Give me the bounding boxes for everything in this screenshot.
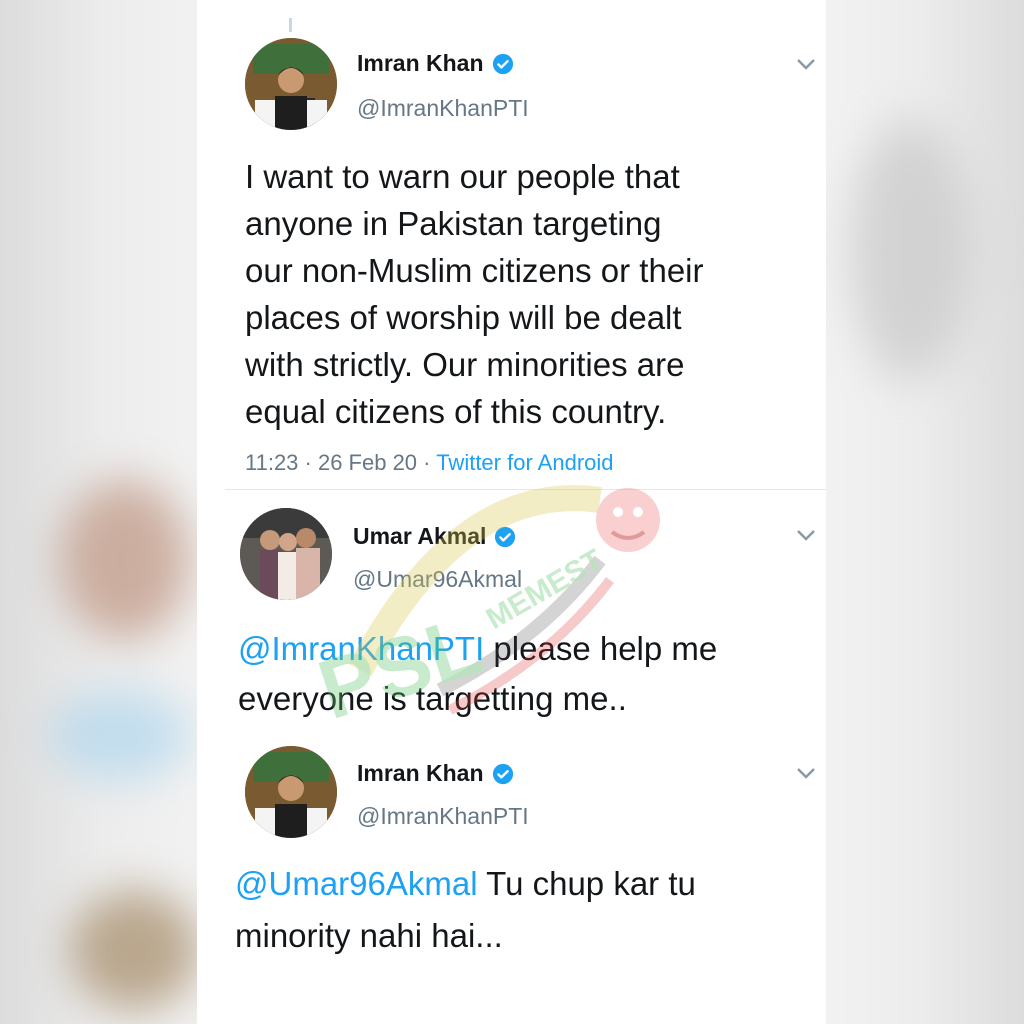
- author-name[interactable]: Umar Akmal: [353, 523, 486, 550]
- author-name[interactable]: Imran Khan: [357, 50, 484, 77]
- tweet-text: @Umar96Akmal Tu chup kar tu minority nah…: [235, 858, 696, 962]
- tweet-text: @ImranKhanPTI please help me everyone is…: [238, 624, 717, 724]
- tweet-reply[interactable]: Imran Khan @ImranKhanPTI @Umar96Akmal Tu…: [197, 730, 826, 1024]
- verified-badge-icon: [492, 763, 513, 784]
- verified-badge-icon: [495, 526, 516, 547]
- timestamp[interactable]: 11:23 · 26 Feb 20 ·: [245, 450, 436, 475]
- tweet-thread-card: Imran Khan @ImranKhanPTI I want to warn …: [197, 0, 826, 1024]
- author-name[interactable]: Imran Khan: [357, 760, 484, 787]
- background-blur-shape: [50, 690, 190, 780]
- tweet-text-line: with strictly. Our minorities are: [245, 346, 685, 383]
- tweet-text-line: everyone is targetting me..: [238, 680, 627, 717]
- tweet-text-line: I want to warn our people that: [245, 158, 680, 195]
- tweet-text-line: equal citizens of this country.: [245, 393, 667, 430]
- tweet-text-line: our non-Muslim citizens or their: [245, 252, 704, 289]
- tweet-text: I want to warn our people that anyone in…: [245, 153, 704, 435]
- tweet-main[interactable]: Imran Khan @ImranKhanPTI I want to warn …: [197, 0, 826, 490]
- tweet-text-fragment: please help me: [484, 630, 718, 667]
- avatar[interactable]: [245, 746, 337, 838]
- tweet-text-line: minority nahi hai...: [235, 917, 503, 954]
- mention-link[interactable]: @ImranKhanPTI: [238, 630, 484, 667]
- chevron-down-icon[interactable]: [795, 57, 817, 71]
- tweet-text-fragment: Tu chup kar tu: [477, 865, 696, 902]
- tweet-text-line: anyone in Pakistan targeting: [245, 205, 662, 242]
- author-handle[interactable]: @ImranKhanPTI: [357, 803, 529, 830]
- avatar[interactable]: [245, 38, 337, 130]
- background-blur-shape: [70, 890, 200, 1010]
- source-link[interactable]: Twitter for Android: [436, 450, 613, 475]
- tweet-reply[interactable]: Umar Akmal @Umar96Akmal @ImranKhanPTI pl…: [197, 490, 826, 730]
- author-handle[interactable]: @Umar96Akmal: [353, 566, 522, 593]
- background-blur-shape: [60, 480, 190, 640]
- verified-badge-icon: [492, 53, 513, 74]
- author-handle[interactable]: @ImranKhanPTI: [357, 95, 529, 122]
- chevron-down-icon[interactable]: [795, 528, 817, 542]
- tweet-text-line: places of worship will be dealt: [245, 299, 682, 336]
- background-blur-shape: [850, 120, 970, 380]
- tweet-meta: 11:23 · 26 Feb 20 · Twitter for Android: [245, 450, 614, 476]
- avatar[interactable]: [240, 508, 332, 600]
- chevron-down-icon[interactable]: [795, 766, 817, 780]
- mention-link[interactable]: @Umar96Akmal: [235, 865, 478, 902]
